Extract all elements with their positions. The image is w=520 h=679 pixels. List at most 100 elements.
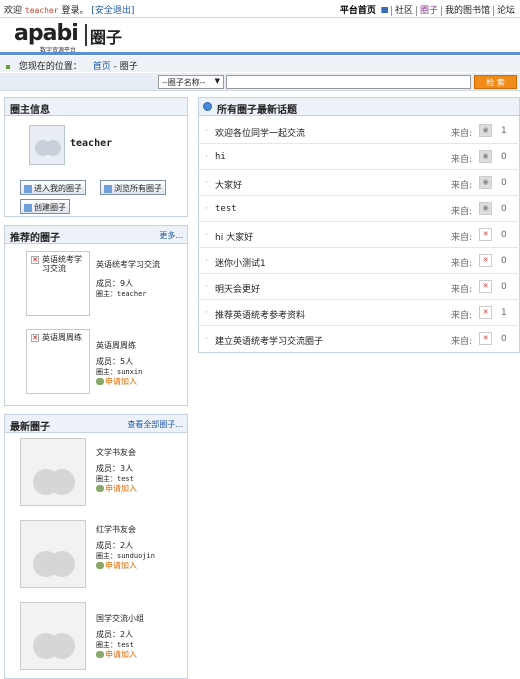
enter-icon [24, 184, 32, 193]
recommended-header: 推荐的圈子 更多... [5, 226, 187, 244]
search-button[interactable]: 检 索 [474, 75, 517, 89]
apply-join-label: 申请加入 [105, 650, 137, 659]
create-circle-label: 创建圈子 [34, 203, 66, 212]
circle-name-link[interactable]: 红学书友会 [96, 525, 184, 535]
from-label: 来自: [451, 155, 473, 165]
circle-thumbnail[interactable] [20, 438, 86, 506]
chevron-down-icon: ▼ [214, 77, 220, 85]
reply-count: 0 [501, 152, 507, 162]
breadcrumb-home-link[interactable]: 首页 [93, 62, 111, 72]
people-icon [96, 485, 104, 492]
reply-count: 1 [501, 308, 507, 318]
nav-circles[interactable]: 圈子 [415, 6, 441, 16]
circle-owner: 圈主：sunxin [96, 368, 143, 376]
reply-count: 0 [501, 178, 507, 188]
nav-community[interactable]: 社区 [390, 6, 416, 16]
circle-name-link[interactable]: 英语周周练 [96, 341, 184, 351]
group-photo-icon[interactable]: ◉ [479, 124, 492, 137]
broken-image-icon[interactable]: ✕ [479, 332, 492, 345]
create-circle-button[interactable]: 创建圈子 [20, 199, 70, 214]
nav-platform-home[interactable]: 平台首页 [334, 6, 391, 16]
topic-title-link[interactable]: hi 大家好 [215, 230, 253, 243]
people-icon [96, 651, 104, 658]
nav-forum[interactable]: 论坛 [492, 6, 518, 16]
nav-my-library[interactable]: 我的图书馆 [440, 6, 493, 16]
topic-title-link[interactable]: 大家好 [215, 178, 242, 191]
recommended-more-link[interactable]: 更多... [159, 230, 183, 241]
circle-name-link[interactable]: 文学书友会 [96, 448, 184, 458]
circle-info: 英语统考学习交流 成员：9人 圈主：teacher [96, 259, 184, 299]
search-bar: --圈子名称-- ▼ 检 索 [0, 73, 520, 91]
circle-thumbnail[interactable] [20, 520, 86, 588]
from-label: 来自: [451, 259, 473, 269]
topic-title-link[interactable]: 推荐英语统考参考资料 [215, 308, 305, 321]
circle-thumbnail[interactable]: ✕ 英语周周练 [26, 329, 90, 394]
enter-my-circle-button[interactable]: 进入我的圈子 [20, 180, 86, 195]
nav-platform-home-label: 平台首页 [339, 6, 376, 16]
topic-title-link[interactable]: test [215, 204, 237, 214]
reply-count: 0 [501, 256, 507, 266]
circle-owner: 圈主：teacher [96, 290, 147, 298]
top-bar: 欢迎 teacher 登录。 [安全退出] 平台首页 社区 圈子 我的图书馆 论坛 [0, 0, 520, 18]
circle-info: 文学书友会 成员：3人 圈主：test 申请加入 [96, 448, 184, 494]
group-photo-icon[interactable]: ◉ [479, 176, 492, 189]
apply-join-label: 申请加入 [105, 484, 137, 493]
broken-image-icon[interactable]: ✕ [479, 228, 492, 241]
thumbnail-alt-text: 英语统考学习交流 [42, 255, 82, 273]
apply-join-link[interactable]: 申请加入 [96, 650, 137, 659]
circle-info: 红学书友会 成员：2人 圈主：sunduojin 申请加入 [96, 525, 184, 571]
circle-info: 英语周周练 成员：5人 圈主：sunxin 申请加入 [96, 341, 184, 387]
latest-topics-panel: 所有圈子最新话题 · 欢迎各位同学一起交流 来自: ◉ 1 · hi 来自: ◉… [198, 97, 520, 353]
circle-thumbnail[interactable]: ✕ 英语统考学习交流 [26, 251, 90, 316]
circle-thumbnail[interactable] [20, 602, 86, 670]
apabi-logo[interactable]: apabi [14, 21, 79, 46]
reply-count: 0 [501, 282, 507, 292]
reply-count: 0 [501, 230, 507, 240]
header-divider [0, 52, 520, 55]
search-input[interactable] [226, 75, 471, 89]
bullet-icon: · [205, 334, 208, 344]
circle-owner: 圈主：test [96, 475, 134, 483]
latest-topics-title: 所有圈子最新话题 [217, 105, 297, 116]
bullet-icon: · [205, 204, 208, 214]
enter-my-circle-label: 进入我的圈子 [34, 184, 82, 193]
broken-image-icon[interactable]: ✕ [479, 306, 492, 319]
broken-image-icon[interactable]: ✕ [479, 280, 492, 293]
welcome-area: 欢迎 teacher 登录。 [安全退出] [4, 3, 134, 16]
from-label: 来自: [451, 311, 473, 321]
topic-row: · 大家好 来自: ◉ 0 [199, 170, 520, 196]
circle-members: 成员：2人 [96, 630, 134, 639]
topic-title-link[interactable]: 迷你小测试1 [215, 256, 266, 269]
topic-title-link[interactable]: 欢迎各位同学一起交流 [215, 126, 305, 139]
newest-circles-panel: 最新圈子 查看全部圈子... 文学书友会 成员：3人 圈主：test 申请加入 红… [4, 414, 188, 679]
search-type-value: --圈子名称-- [162, 78, 206, 87]
create-icon [24, 203, 32, 212]
circle-name-link[interactable]: 英语统考学习交流 [96, 259, 184, 270]
group-photo-icon[interactable]: ◉ [479, 150, 492, 163]
topic-title-link[interactable]: 明天会更好 [215, 282, 260, 295]
bullet-icon: · [205, 178, 208, 188]
broken-image-icon[interactable]: ✕ [479, 254, 492, 267]
circle-name-link[interactable]: 国学交流小组 [96, 614, 184, 624]
from-label: 来自: [451, 181, 473, 191]
logout-link[interactable]: [安全退出] [91, 6, 134, 16]
bullet-icon [6, 64, 10, 69]
top-nav: 平台首页 社区 圈子 我的图书馆 论坛 [334, 3, 518, 16]
group-photo-icon[interactable]: ◉ [479, 202, 492, 215]
broken-image-icon: ✕ [31, 256, 39, 264]
topic-title-link[interactable]: hi [215, 152, 226, 162]
apply-join-link[interactable]: 申请加入 [96, 561, 137, 570]
newest-title: 最新圈子 [10, 422, 50, 433]
broken-image-icon: ✕ [31, 334, 39, 342]
view-all-circles-link[interactable]: 查看全部圈子... [127, 419, 183, 430]
browse-circles-button[interactable]: 浏览所有圈子 [100, 180, 166, 195]
apply-join-link[interactable]: 申请加入 [96, 377, 137, 386]
bullet-icon: · [205, 256, 208, 266]
people-icon [96, 562, 104, 569]
browse-circles-label: 浏览所有圈子 [114, 184, 162, 193]
reply-count: 1 [501, 126, 507, 136]
search-type-select[interactable]: --圈子名称-- ▼ [158, 75, 224, 89]
topic-title-link[interactable]: 建立英语统考学习交流圈子 [215, 334, 323, 347]
breadcrumb: 您现在的位置： 首页 - 圈子 [0, 56, 520, 72]
apply-join-link[interactable]: 申请加入 [96, 484, 137, 493]
